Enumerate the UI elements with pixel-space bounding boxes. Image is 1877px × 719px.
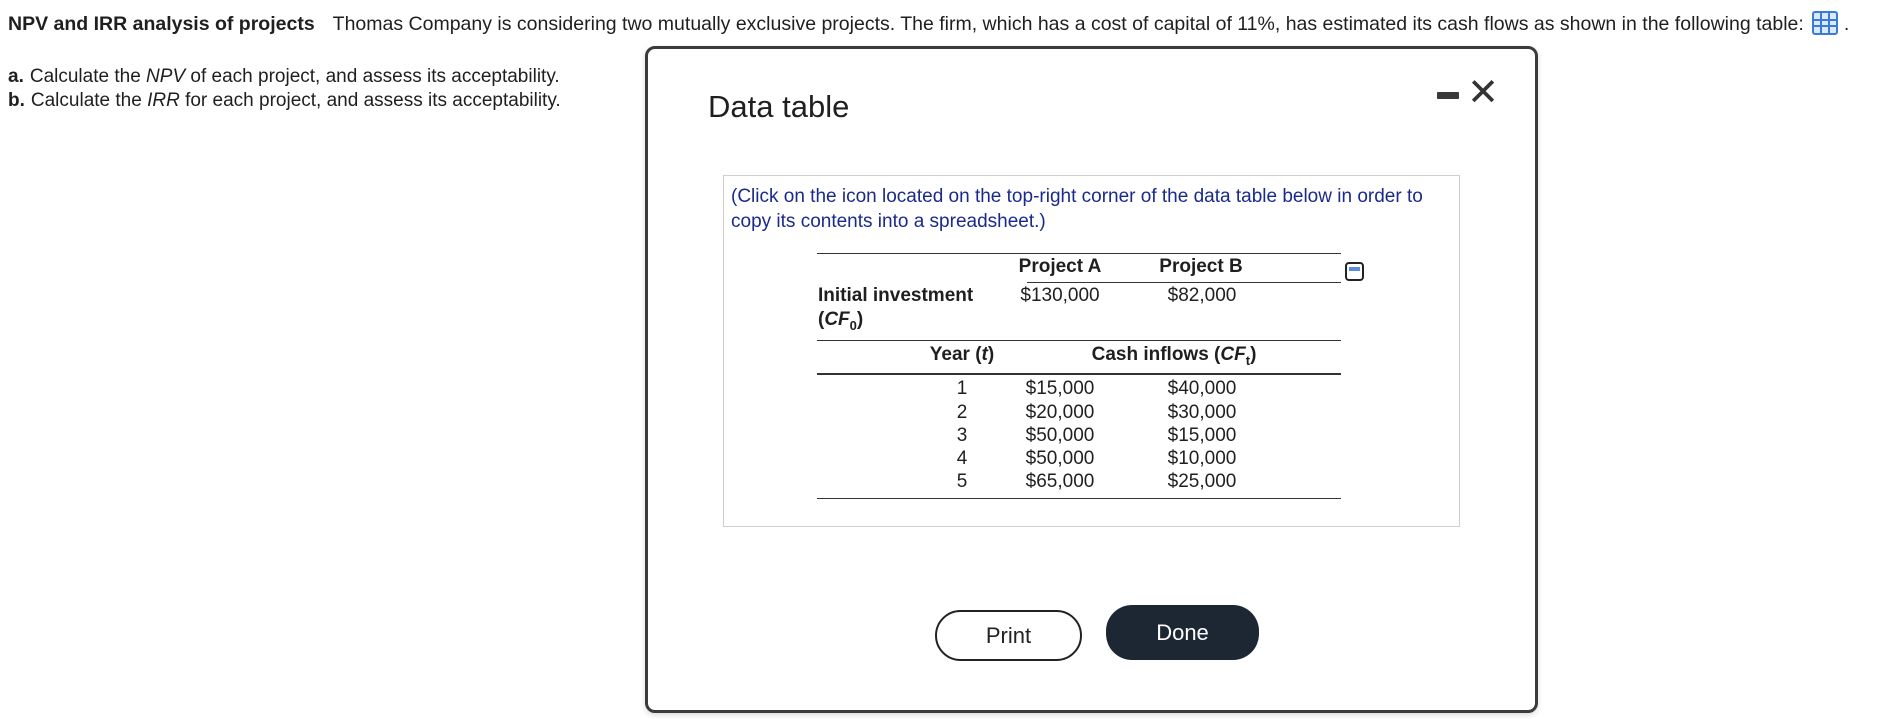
part-a-pre: Calculate the: [29, 66, 147, 87]
initial-a: $130,000: [1020, 285, 1100, 306]
header-project-a: Project A: [1018, 256, 1102, 277]
minimize-icon[interactable]: [1437, 83, 1461, 103]
cash-inflows-header: Cash inflows (CFt): [1054, 344, 1294, 368]
cf0-var: CF: [824, 309, 850, 330]
part-b-pre: Calculate the: [30, 90, 148, 111]
done-button[interactable]: Done: [1106, 605, 1259, 660]
table-top-rule: [817, 253, 1341, 254]
copy-instructions: (Click on the icon located on the top-ri…: [731, 186, 1423, 232]
project-b-cell: $25,000: [1167, 471, 1237, 492]
part-b-post: for each project, and assess its accepta…: [179, 90, 561, 111]
dialog-title: Data table: [708, 89, 850, 124]
question-text: Thomas Company is considering two mutual…: [332, 13, 1804, 35]
header-project-b: Project B: [1159, 256, 1243, 277]
question-title: NPV and IRR analysis of projects: [8, 13, 315, 35]
spreadsheet-grid-icon[interactable]: [1811, 11, 1838, 35]
question-statement: NPV and IRR analysis of projects Thomas C…: [8, 11, 1849, 36]
question-parts: a. Calculate the NPV of each project, and…: [8, 65, 561, 113]
inflows-header-post: ): [1250, 344, 1257, 365]
project-header-rule: [1027, 282, 1341, 283]
table-bottom-rule: [817, 498, 1341, 499]
part-b-letter: b.: [8, 90, 25, 111]
print-button[interactable]: Print: [935, 610, 1082, 661]
part-a-post: of each project, and assess its acceptab…: [185, 66, 560, 87]
initial-investment-label: Initial investment: [818, 285, 974, 306]
close-icon[interactable]: ✕: [1467, 73, 1499, 111]
copy-to-spreadsheet-icon[interactable]: [1345, 262, 1364, 281]
project-a-cell: $20,000: [1025, 402, 1095, 423]
inflows-header-rule: [817, 373, 1341, 375]
data-table-dialog: Data table ✕ (Click on the icon located …: [645, 46, 1538, 713]
inflows-header-var: CF: [1220, 344, 1246, 365]
part-a-letter: a.: [8, 66, 24, 87]
project-a-cell: $50,000: [1025, 448, 1095, 469]
data-table-panel: (Click on the icon located on the top-ri…: [723, 175, 1460, 527]
part-a: a. Calculate the NPV of each project, and…: [8, 65, 561, 89]
inflows-header-pre: Cash inflows (: [1091, 344, 1221, 365]
initial-b: $82,000: [1167, 285, 1237, 306]
part-b: b. Calculate the IRR for each project, an…: [8, 89, 561, 113]
part-a-em: NPV: [146, 66, 186, 87]
year-header-pre: Year (: [929, 344, 982, 365]
project-a-cell: $50,000: [1025, 425, 1095, 446]
project-b-cell: $30,000: [1167, 402, 1237, 423]
part-b-em: IRR: [147, 90, 180, 111]
project-a-cell: $15,000: [1025, 378, 1095, 399]
trailing-period: .: [1843, 13, 1850, 35]
project-b-cell: $10,000: [1167, 448, 1237, 469]
year-header-post: ): [987, 344, 995, 365]
project-b-cell: $15,000: [1167, 425, 1237, 446]
initial-bottom-rule: [817, 340, 1341, 341]
year-header: Year (t): [892, 344, 1032, 366]
project-a-cell: $65,000: [1025, 471, 1095, 492]
cf0-label: (CF0): [818, 309, 864, 333]
cf0-sub: 0: [849, 317, 857, 333]
project-b-cell: $40,000: [1167, 378, 1237, 399]
